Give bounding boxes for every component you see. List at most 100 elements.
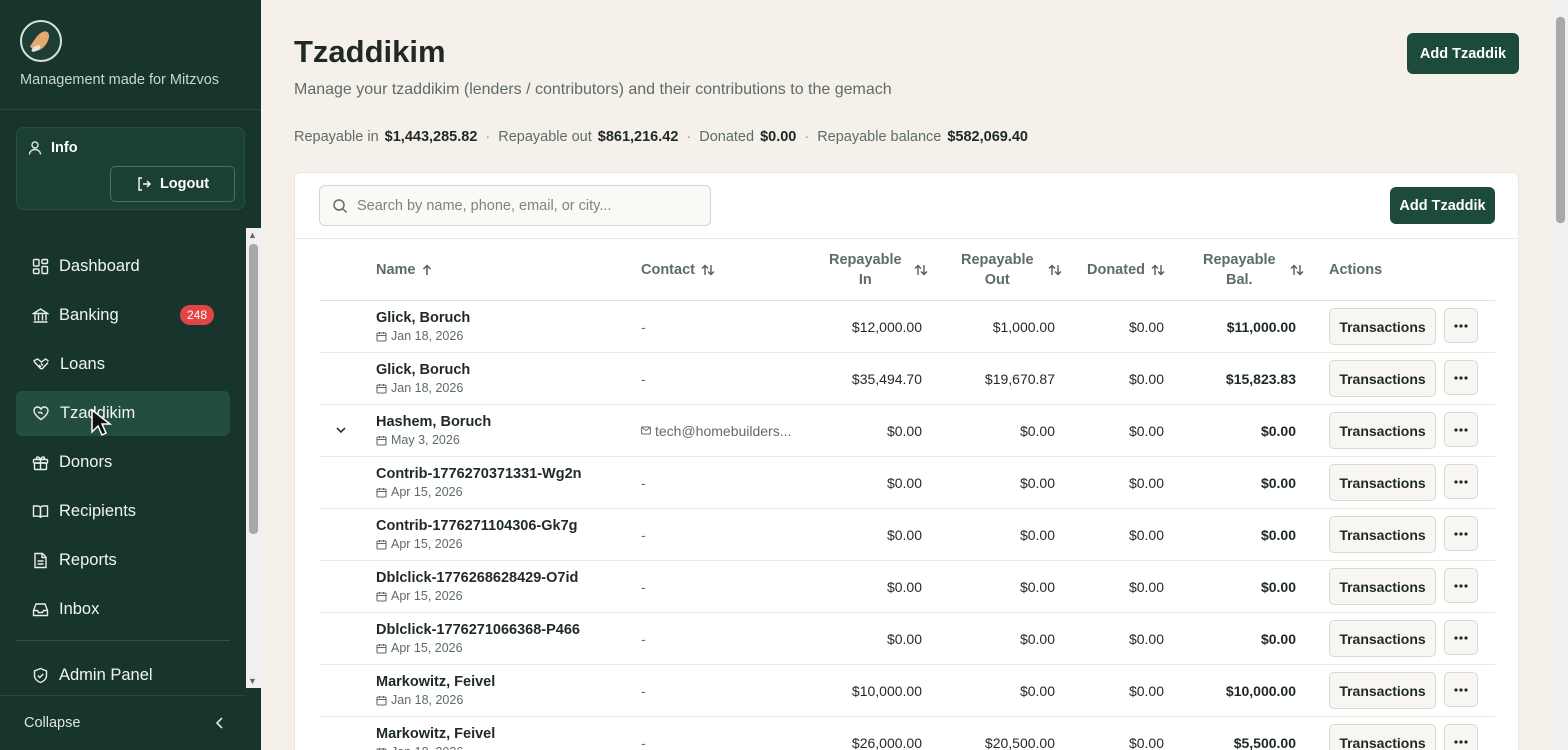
more-horizontal-icon xyxy=(1454,687,1468,692)
contact-cell: - xyxy=(641,561,811,612)
donated-cell: $0.00 xyxy=(1128,682,1164,699)
name-cell: Dblclick-1776271066368-P466 Apr 15, 2026 xyxy=(376,613,616,664)
more-actions-button[interactable] xyxy=(1444,672,1478,707)
sidebar-item-reports[interactable]: Reports xyxy=(16,538,230,583)
repayable-out-cell: $0.00 xyxy=(1019,578,1055,595)
tzaddik-name[interactable]: Glick, Boruch xyxy=(376,362,470,378)
column-repayable-balance[interactable]: Repayable Bal. xyxy=(1203,239,1304,301)
repayable-in-cell: $0.00 xyxy=(886,526,922,543)
created-date-text: Jan 18, 2026 xyxy=(391,381,464,395)
transactions-button[interactable]: Transactions xyxy=(1329,464,1436,501)
donated-cell: $0.00 xyxy=(1128,474,1164,491)
donated-value: $0.00 xyxy=(760,129,797,145)
sidebar-item-banking[interactable]: Banking 248 xyxy=(16,293,230,338)
scroll-up-arrow-icon[interactable]: ▲ xyxy=(248,230,257,240)
contact-cell: - xyxy=(641,613,811,664)
page-scroll-thumb[interactable] xyxy=(1556,17,1565,223)
repayable-balance-cell: $0.00 xyxy=(1260,526,1296,543)
chevron-down-icon[interactable] xyxy=(331,420,351,440)
column-donated[interactable]: Donated xyxy=(1087,239,1165,301)
search-input[interactable] xyxy=(357,197,687,214)
tzaddik-name[interactable]: Markowitz, Feivel xyxy=(376,674,495,690)
search-box[interactable] xyxy=(319,185,711,226)
table-row[interactable]: Contrib-1776271104306-Gk7g Apr 15, 2026 … xyxy=(319,509,1495,561)
sidebar-scroll-thumb[interactable] xyxy=(249,244,258,534)
sidebar-item-admin-panel[interactable]: Admin Panel xyxy=(16,653,230,698)
more-horizontal-icon xyxy=(1454,427,1468,432)
tzaddik-name[interactable]: Dblclick-1776268628429-O7id xyxy=(376,570,578,586)
contact-text: - xyxy=(641,474,646,491)
more-actions-button[interactable] xyxy=(1444,412,1478,447)
table-row[interactable]: Hashem, Boruch May 3, 2026 tech@homebuil… xyxy=(319,405,1495,457)
sidebar-item-donors[interactable]: Donors xyxy=(16,440,230,485)
tzaddik-name[interactable]: Markowitz, Feivel xyxy=(376,726,495,742)
more-actions-button[interactable] xyxy=(1444,360,1478,395)
tzaddik-name[interactable]: Contrib-1776270371331-Wg2n xyxy=(376,466,582,482)
table-row[interactable]: Glick, Boruch Jan 18, 2026 - $12,000.00 … xyxy=(319,301,1495,353)
transactions-button[interactable]: Transactions xyxy=(1329,308,1436,345)
sidebar-item-loans[interactable]: Loans xyxy=(16,342,230,387)
tzaddik-name[interactable]: Dblclick-1776271066368-P466 xyxy=(376,622,580,638)
table-row[interactable]: Contrib-1776270371331-Wg2n Apr 15, 2026 … xyxy=(319,457,1495,509)
sidebar-item-recipients[interactable]: Recipients xyxy=(16,489,230,534)
column-name[interactable]: Name xyxy=(376,239,432,301)
column-name-label: Name xyxy=(376,262,416,278)
tzaddik-name[interactable]: Hashem, Boruch xyxy=(376,414,491,430)
scroll-down-arrow-icon[interactable]: ▼ xyxy=(248,676,257,686)
table-row[interactable]: Dblclick-1776271066368-P466 Apr 15, 2026… xyxy=(319,613,1495,665)
logout-button[interactable]: Logout xyxy=(110,166,235,202)
table-row[interactable]: Markowitz, Feivel Jan 18, 2026 - $10,000… xyxy=(319,665,1495,717)
more-actions-button[interactable] xyxy=(1444,516,1478,551)
more-actions-button[interactable] xyxy=(1444,464,1478,499)
created-date-text: Apr 15, 2026 xyxy=(391,485,463,499)
calendar-icon xyxy=(376,695,387,706)
column-repayable-in[interactable]: Repayable In xyxy=(829,239,928,301)
repayable-in-cell: $0.00 xyxy=(886,422,922,439)
created-date: Apr 15, 2026 xyxy=(376,537,463,551)
transactions-button[interactable]: Transactions xyxy=(1329,360,1436,397)
calendar-icon xyxy=(376,383,387,394)
column-repayable-out[interactable]: Repayable Out xyxy=(961,239,1062,301)
transactions-button[interactable]: Transactions xyxy=(1329,516,1436,553)
tzaddik-name[interactable]: Glick, Boruch xyxy=(376,310,470,326)
column-label-line: Repayable xyxy=(829,252,902,268)
logo-icon[interactable] xyxy=(20,20,62,62)
more-actions-button[interactable] xyxy=(1444,724,1478,750)
transactions-button[interactable]: Transactions xyxy=(1329,412,1436,449)
repayable-balance-cell: $0.00 xyxy=(1260,422,1296,439)
transactions-button[interactable]: Transactions xyxy=(1329,620,1436,657)
mouse-cursor-icon xyxy=(91,408,112,437)
more-actions-button[interactable] xyxy=(1444,620,1478,655)
table-row[interactable]: Dblclick-1776268628429-O7id Apr 15, 2026… xyxy=(319,561,1495,613)
column-contact[interactable]: Contact xyxy=(641,239,715,301)
repayable-balance-cell: $0.00 xyxy=(1260,474,1296,491)
transactions-button[interactable]: Transactions xyxy=(1329,724,1436,750)
repayable-balance-cell: $15,823.83 xyxy=(1225,370,1296,387)
contact-text: - xyxy=(641,578,646,595)
more-actions-button[interactable] xyxy=(1444,308,1478,343)
repayable-out-cell: $20,500.00 xyxy=(984,734,1055,750)
transactions-button[interactable]: Transactions xyxy=(1329,672,1436,709)
sidebar: Management made for Mitzvos Info Logout … xyxy=(0,0,261,750)
table-row[interactable]: Glick, Boruch Jan 18, 2026 - $35,494.70 … xyxy=(319,353,1495,405)
column-actions: Actions xyxy=(1329,239,1382,301)
user-info[interactable]: Info xyxy=(27,140,78,156)
collapse-sidebar-button[interactable]: Collapse xyxy=(0,695,246,750)
sidebar-scrollbar[interactable]: ▲ ▼ xyxy=(246,228,261,688)
add-tzaddik-button[interactable]: Add Tzaddik xyxy=(1390,187,1495,224)
shield-check-icon xyxy=(33,667,48,684)
sidebar-item-inbox[interactable]: Inbox xyxy=(16,587,230,632)
sidebar-item-tzaddikim[interactable]: Tzaddikim xyxy=(16,391,230,436)
created-date-text: Apr 15, 2026 xyxy=(391,537,463,551)
transactions-button[interactable]: Transactions xyxy=(1329,568,1436,605)
logout-label: Logout xyxy=(159,176,210,192)
tzaddik-name[interactable]: Contrib-1776271104306-Gk7g xyxy=(376,518,578,534)
add-tzaddik-header-button[interactable]: Add Tzaddik xyxy=(1407,33,1519,74)
table-row[interactable]: Markowitz, Feivel Jan 18, 2026 - $26,000… xyxy=(319,717,1495,750)
sort-ascending-icon xyxy=(422,264,431,275)
sidebar-item-dashboard[interactable]: Dashboard xyxy=(16,244,230,289)
created-date: Jan 18, 2026 xyxy=(376,745,463,750)
page-scrollbar[interactable] xyxy=(1553,0,1568,750)
calendar-icon xyxy=(376,487,387,498)
more-actions-button[interactable] xyxy=(1444,568,1478,603)
